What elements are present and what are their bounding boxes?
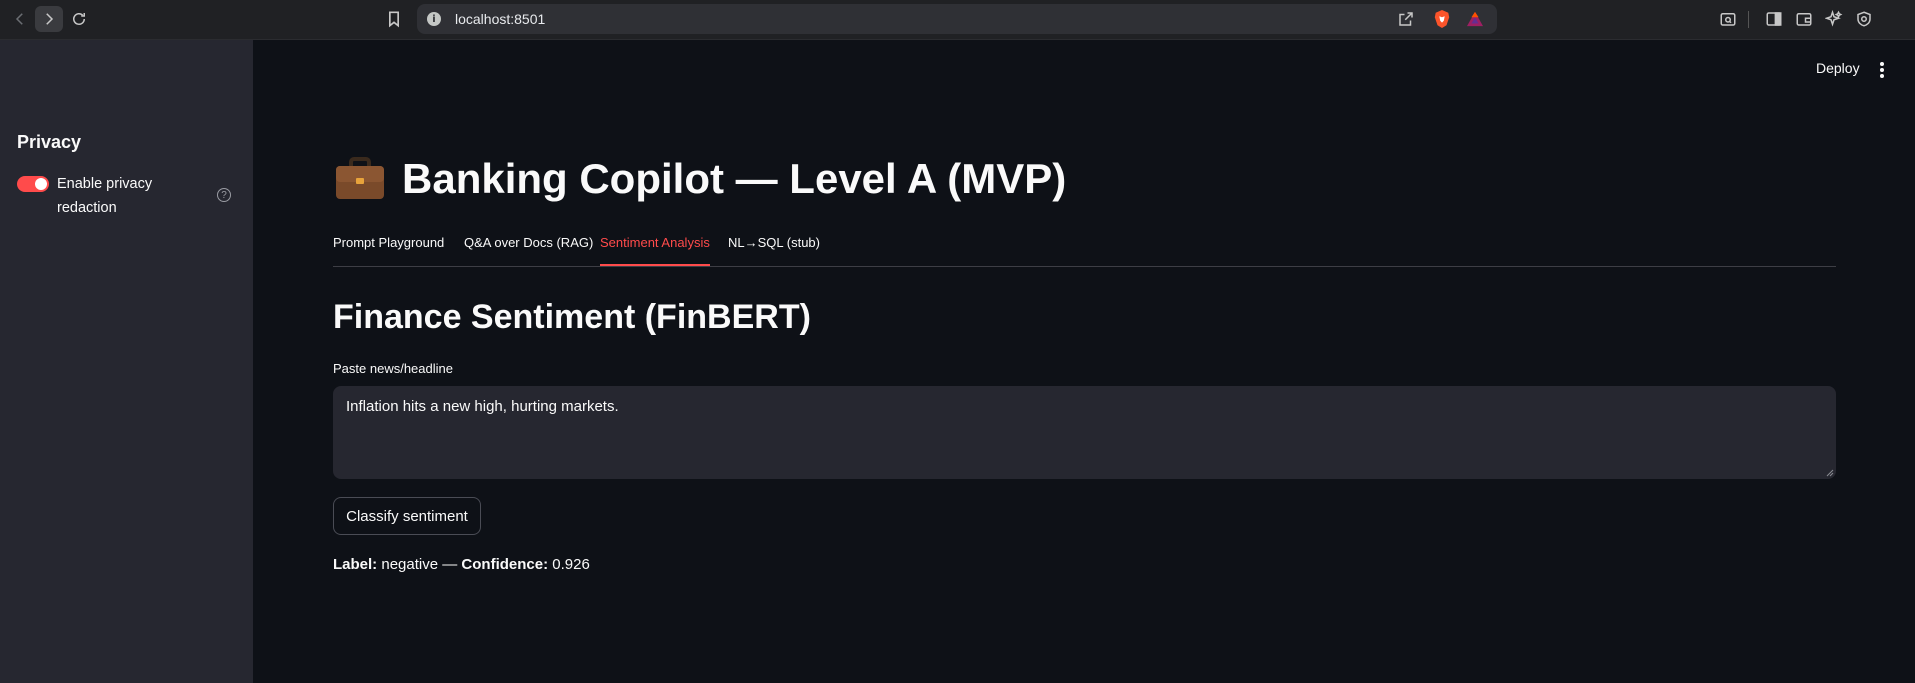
headline-textarea[interactable]: Inflation hits a new high, hurting marke… <box>333 386 1836 479</box>
browser-toolbar: i localhost:8501 <box>0 0 1915 40</box>
page-title: Banking Copilot — Level A (MVP) <box>334 155 1066 203</box>
headline-input-label: Paste news/headline <box>333 361 453 376</box>
tab-prompt-playground[interactable]: Prompt Playground <box>333 235 444 265</box>
toggle-knob <box>35 178 47 190</box>
leo-ai-icon[interactable] <box>1825 10 1843 28</box>
sentiment-result: Label: negative — Confidence: 0.926 <box>333 556 590 573</box>
back-icon[interactable] <box>6 6 34 32</box>
resize-handle-icon[interactable] <box>1826 469 1834 477</box>
result-separator: — <box>442 556 458 573</box>
headline-text: Inflation hits a new high, hurting marke… <box>346 398 619 415</box>
search-tabs-icon[interactable] <box>1719 10 1737 28</box>
result-label-key: Label: <box>333 556 378 573</box>
page-title-text: Banking Copilot — Level A (MVP) <box>402 155 1067 202</box>
classify-sentiment-button[interactable]: Classify sentiment <box>333 497 481 535</box>
reload-icon[interactable] <box>65 6 93 32</box>
toolbar-divider <box>1748 11 1749 28</box>
sidebar: Privacy Enable privacy redaction ? <box>0 40 253 683</box>
help-icon[interactable]: ? <box>217 188 231 202</box>
privacy-toggle[interactable] <box>17 176 49 192</box>
url-text: localhost:8501 <box>455 11 546 27</box>
briefcase-icon <box>336 157 384 199</box>
bookmark-icon[interactable] <box>384 9 404 29</box>
share-icon[interactable] <box>1397 10 1415 28</box>
deploy-button[interactable]: Deploy <box>1816 60 1860 76</box>
result-label-value: negative <box>381 556 439 573</box>
address-bar[interactable]: i localhost:8501 <box>417 4 1497 34</box>
vpn-shield-icon[interactable] <box>1855 10 1873 28</box>
wallet-icon[interactable] <box>1795 10 1813 28</box>
site-info-icon[interactable]: i <box>427 12 441 26</box>
result-confidence-value: 0.926 <box>552 556 590 573</box>
section-title: Finance Sentiment (FinBERT) <box>333 298 811 336</box>
forward-icon[interactable] <box>35 6 63 32</box>
tab-qa-over-docs[interactable]: Q&A over Docs (RAG) <box>464 235 593 265</box>
main-menu-icon[interactable] <box>1880 62 1884 78</box>
sidebar-toggle-icon[interactable] <box>1765 10 1783 28</box>
brave-shields-icon[interactable] <box>1433 9 1451 29</box>
tab-sentiment-analysis[interactable]: Sentiment Analysis <box>600 235 710 266</box>
tab-nl-to-sql[interactable]: NL→SQL (stub) <box>728 235 820 265</box>
result-confidence-key: Confidence: <box>461 556 549 573</box>
privacy-toggle-label[interactable]: Enable privacy redaction <box>57 172 187 220</box>
sidebar-title: Privacy <box>17 132 82 152</box>
tab-bar: Prompt Playground Q&A over Docs (RAG) Se… <box>333 228 1836 267</box>
rewards-icon[interactable] <box>1466 11 1484 27</box>
